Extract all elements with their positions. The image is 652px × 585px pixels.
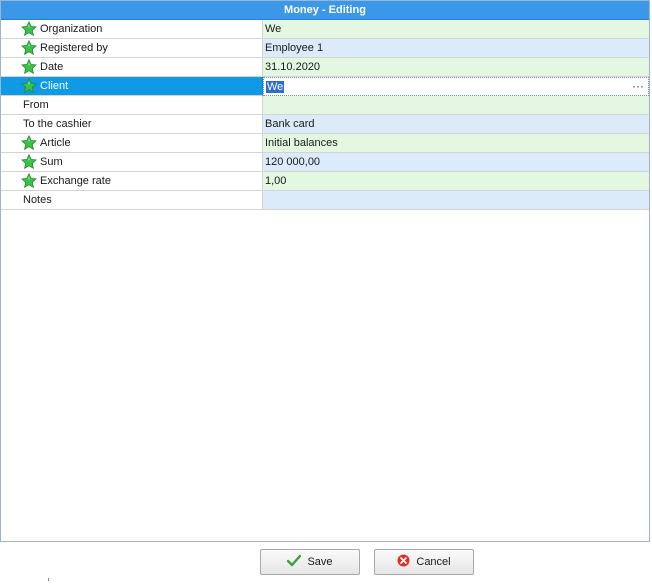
field-label-cell[interactable]: To the cashier <box>1 115 263 134</box>
field-value-input[interactable] <box>263 191 649 210</box>
field-value-input[interactable] <box>263 96 649 115</box>
required-star-icon <box>20 77 38 94</box>
window-title: Money - Editing <box>1 1 649 20</box>
cancel-circle-icon <box>397 554 410 570</box>
field-value-input[interactable]: Bank card <box>263 115 649 134</box>
field-label-cell[interactable]: Sum <box>1 153 263 172</box>
field-label: Sum <box>40 156 63 168</box>
field-label-cell[interactable]: Article <box>1 134 263 153</box>
field-value-input[interactable]: Initial balances <box>263 134 649 153</box>
select-choice-button[interactable]: ··· <box>632 79 644 93</box>
required-star-icon <box>20 172 38 189</box>
save-button[interactable]: Save <box>260 549 360 575</box>
form-row[interactable]: Organization We <box>1 20 649 39</box>
cancel-button[interactable]: Cancel <box>374 549 474 575</box>
field-value: We <box>265 23 282 35</box>
form-row[interactable]: Client We ··· <box>1 77 649 96</box>
field-value: 120 000,00 <box>265 156 321 168</box>
field-value: 1,00 <box>265 175 287 187</box>
field-value-input[interactable]: We ··· <box>263 77 649 96</box>
form-grid: Organization We Registered by Employee 1 Dat… <box>1 20 649 210</box>
field-value: Bank card <box>265 118 315 130</box>
required-star-icon <box>20 153 38 170</box>
field-label: Registered by <box>40 42 108 54</box>
editing-window: Money - Editing Organization We Registered… <box>0 0 650 542</box>
field-value-input[interactable]: Employee 1 <box>263 39 649 58</box>
field-label-cell[interactable]: Exchange rate <box>1 172 263 191</box>
field-label: Date <box>40 61 64 73</box>
form-row[interactable]: Article Initial balances <box>1 134 649 153</box>
field-label: To the cashier <box>23 118 92 130</box>
field-value: We <box>266 81 285 93</box>
field-label: From <box>23 99 49 111</box>
required-star-icon <box>20 20 38 37</box>
required-star-icon <box>20 58 38 75</box>
field-label: Article <box>40 137 71 149</box>
field-label: Notes <box>23 194 52 206</box>
field-label-cell[interactable]: From <box>1 96 263 115</box>
field-label-cell[interactable]: Notes <box>1 191 263 210</box>
required-star-icon <box>20 134 38 151</box>
field-label-cell[interactable]: Client <box>1 77 263 96</box>
field-label: Exchange rate <box>40 175 111 187</box>
field-label: Client <box>40 80 69 92</box>
form-row[interactable]: From <box>1 96 649 115</box>
field-label: Organization <box>40 23 103 35</box>
required-star-icon <box>20 39 38 56</box>
cancel-button-label: Cancel <box>416 556 451 568</box>
field-label-cell[interactable]: Date <box>1 58 263 77</box>
field-value-input[interactable]: 1,00 <box>263 172 649 191</box>
form-row[interactable]: Registered by Employee 1 <box>1 39 649 58</box>
form-row[interactable]: Sum 120 000,00 <box>1 153 649 172</box>
field-value: Initial balances <box>265 137 338 149</box>
field-value-input[interactable]: 31.10.2020 <box>263 58 649 77</box>
check-icon <box>287 554 302 570</box>
field-label-cell[interactable]: Organization <box>1 20 263 39</box>
save-button-label: Save <box>307 556 333 568</box>
form-row[interactable]: Date 31.10.2020 <box>1 58 649 77</box>
field-value-input[interactable]: 120 000,00 <box>263 153 649 172</box>
field-value: 31.10.2020 <box>265 61 321 73</box>
form-row[interactable]: Exchange rate 1,00 <box>1 172 649 191</box>
form-row[interactable]: Notes <box>1 191 649 210</box>
selected-value-text: We <box>266 81 285 93</box>
resize-mark <box>48 578 49 581</box>
form-row[interactable]: To the cashier Bank card <box>1 115 649 134</box>
field-label-cell[interactable]: Registered by <box>1 39 263 58</box>
field-value: Employee 1 <box>265 42 324 54</box>
field-value-input[interactable]: We <box>263 20 649 39</box>
